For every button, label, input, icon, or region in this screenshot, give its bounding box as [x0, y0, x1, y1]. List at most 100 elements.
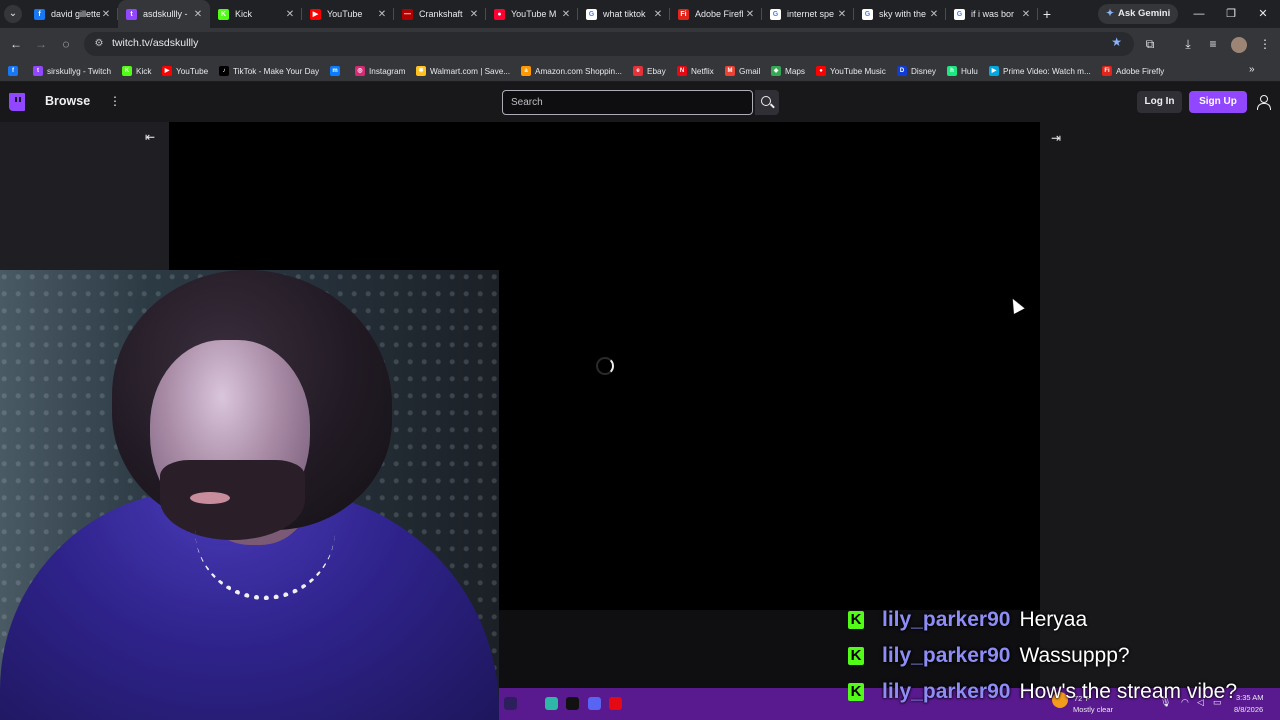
- user-menu-icon[interactable]: [1256, 95, 1271, 110]
- bookmark-label: YouTube: [176, 66, 209, 76]
- bookmark-item[interactable]: M Gmail: [725, 64, 760, 78]
- search-icon: [761, 96, 771, 106]
- close-tab-icon[interactable]: ✕: [284, 9, 296, 20]
- bookmark-item[interactable]: Fi Adobe Firefly: [1102, 64, 1164, 78]
- search-input[interactable]: Search: [502, 90, 753, 115]
- browser-tab[interactable]: Ginternet spe ✕: [762, 0, 854, 28]
- bookmark-item[interactable]: ● YouTube Music: [816, 64, 886, 78]
- twitch-logo-icon[interactable]: [9, 93, 25, 111]
- downloads-icon[interactable]: ⤓: [1178, 34, 1198, 54]
- close-tab-icon[interactable]: ✕: [192, 9, 204, 20]
- bookmark-star-icon[interactable]: ★: [1111, 35, 1122, 49]
- extensions-icon[interactable]: ⧉: [1140, 34, 1160, 54]
- browser-tab[interactable]: Gsky with the ✕: [854, 0, 946, 28]
- chrome-menu-icon[interactable]: ⋮: [1255, 34, 1275, 54]
- kick-logo-icon: K: [848, 647, 864, 665]
- bookmark-favicon-icon: h: [947, 66, 957, 76]
- close-tab-icon[interactable]: ✕: [468, 9, 480, 20]
- gemini-spark-icon: ✦: [1106, 8, 1114, 19]
- tab-search-icon[interactable]: ⌄: [4, 5, 22, 23]
- log-in-button[interactable]: Log In: [1137, 91, 1182, 113]
- bookmark-favicon-icon: ●: [816, 66, 826, 76]
- tab-title: what tiktok: [603, 9, 646, 19]
- search-button[interactable]: [755, 90, 779, 115]
- minimize-window-button[interactable]: —: [1189, 4, 1209, 24]
- new-tab-button[interactable]: +: [1038, 5, 1056, 23]
- collapse-sidebar-icon[interactable]: ⇤: [145, 130, 155, 144]
- chat-message: Klily_parker90 Wassuppp?: [846, 638, 1280, 674]
- close-tab-icon[interactable]: ✕: [560, 9, 572, 20]
- store-app-icon[interactable]: [545, 697, 558, 710]
- bookmark-item[interactable]: ▶ YouTube: [162, 64, 208, 78]
- bookmarks-overflow-icon[interactable]: »: [1249, 64, 1255, 75]
- expand-chat-icon[interactable]: ⇥: [1051, 131, 1061, 145]
- tab-title: sky with the: [879, 9, 927, 19]
- close-window-button[interactable]: ✕: [1253, 4, 1273, 24]
- close-tab-icon[interactable]: ✕: [652, 9, 664, 20]
- profile-avatar[interactable]: [1231, 37, 1247, 53]
- chat-message-text: How's the stream vibe?: [1019, 680, 1238, 703]
- address-bar[interactable]: ⚙ twitch.tv/asdskullly ★: [84, 32, 1134, 56]
- close-tab-icon[interactable]: ✕: [744, 9, 756, 20]
- ask-gemini-label: Ask Gemini: [1117, 8, 1171, 19]
- bookmark-label: Hulu: [961, 66, 978, 76]
- tab-title: YouTube: [327, 9, 363, 19]
- browser-tab[interactable]: K Kick ✕: [210, 0, 302, 28]
- premiere-app-icon[interactable]: [504, 697, 517, 710]
- bookmark-item[interactable]: N Netflix: [677, 64, 714, 78]
- back-button[interactable]: ←: [6, 34, 26, 54]
- bookmark-item[interactable]: e Ebay: [633, 64, 666, 78]
- bookmark-item[interactable]: ♪ TikTok - Make Your Day: [219, 64, 319, 78]
- close-tab-icon[interactable]: ✕: [836, 9, 848, 20]
- tab-favicon-icon: G: [770, 8, 781, 20]
- site-info-icon[interactable]: ⚙: [90, 35, 108, 53]
- forward-button[interactable]: →: [31, 34, 51, 54]
- browser-tab[interactable]: Gwhat tiktok ✕: [578, 0, 670, 28]
- browser-tab[interactable]: Fi Adobe Firefl ✕: [670, 0, 762, 28]
- tab-title: internet spe: [787, 9, 835, 19]
- chat-message-text: Wassuppp?: [1019, 644, 1130, 667]
- bookmark-item[interactable]: D Disney: [897, 64, 936, 78]
- browser-tab[interactable]: ● YouTube M ✕: [486, 0, 578, 28]
- netflix-app-icon[interactable]: [609, 697, 622, 710]
- bookmark-favicon-icon: ▶: [989, 66, 999, 76]
- close-tab-icon[interactable]: ✕: [1020, 9, 1032, 20]
- bookmark-item[interactable]: K Kick: [122, 64, 151, 78]
- browser-tab[interactable]: Gif i was bor ✕: [946, 0, 1038, 28]
- close-tab-icon[interactable]: ✕: [376, 9, 388, 20]
- tiktok-app-icon[interactable]: [566, 697, 579, 710]
- chat-overlay: Klily_parker90 Heryaa Klily_parker90 Wassup…: [846, 602, 1280, 710]
- bookmark-favicon-icon: D: [897, 66, 907, 76]
- bookmark-label: Kick: [136, 66, 152, 76]
- bookmark-item[interactable]: ▶ Prime Video: Watch m...: [989, 64, 1091, 78]
- browser-tab[interactable]: — Crankshaft ✕: [394, 0, 486, 28]
- close-tab-icon[interactable]: ✕: [928, 9, 940, 20]
- bookmark-favicon-icon: ◎: [355, 66, 365, 76]
- browser-tab[interactable]: t asdskullly - ✕: [118, 0, 210, 28]
- ask-gemini-button[interactable]: ✦ Ask Gemini: [1098, 4, 1179, 24]
- discord-app-icon[interactable]: [588, 697, 601, 710]
- restore-window-button[interactable]: ❐: [1221, 4, 1241, 24]
- bookmark-item[interactable]: t sirskullyg - Twitch: [33, 64, 111, 78]
- more-options-icon[interactable]: ⋮: [108, 94, 122, 108]
- chat-username: lily_parker90: [882, 680, 1011, 703]
- bookmark-label: Adobe Firefly: [1116, 66, 1165, 76]
- browse-link[interactable]: Browse: [45, 94, 90, 108]
- browser-tab[interactable]: ▶ YouTube ✕: [302, 0, 394, 28]
- bookmark-item[interactable]: h Hulu: [947, 64, 978, 78]
- bookmark-item[interactable]: f: [8, 64, 22, 78]
- close-tab-icon[interactable]: ✕: [100, 9, 112, 20]
- bookmark-item[interactable]: ◎ Instagram: [355, 64, 405, 78]
- bookmark-label: Maps: [785, 66, 806, 76]
- bookmark-label: Prime Video: Watch m...: [1003, 66, 1091, 76]
- media-controls-icon[interactable]: ≡: [1203, 34, 1223, 54]
- bookmark-item[interactable]: ◆ Maps: [771, 64, 805, 78]
- stop-loading-button[interactable]: ◌: [56, 34, 76, 54]
- bookmark-item[interactable]: ✱ Walmart.com | Save...: [416, 64, 510, 78]
- sign-up-button[interactable]: Sign Up: [1189, 91, 1247, 113]
- bookmark-item[interactable]: m: [330, 64, 344, 78]
- bookmark-item[interactable]: a Amazon.com Shoppin...: [521, 64, 622, 78]
- browser-tab[interactable]: f david gillette ✕: [26, 0, 118, 28]
- bookmark-label: Instagram: [369, 66, 406, 76]
- browser-tab-strip: ⌄ f david gillette ✕ t asdskullly - ✕ K Kick ✕ ▶ Y…: [0, 0, 1280, 28]
